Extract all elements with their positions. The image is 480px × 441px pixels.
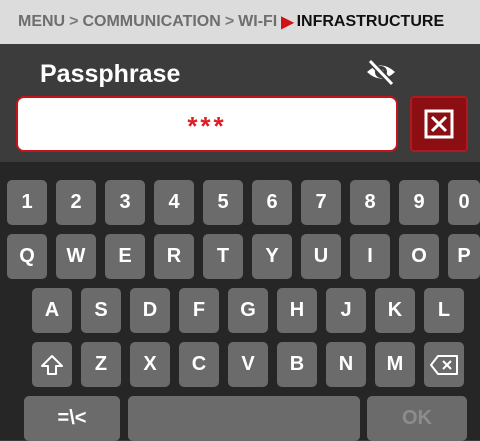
key-b[interactable]: B [277, 342, 317, 387]
clear-button[interactable] [410, 96, 468, 152]
key-1[interactable]: 1 [7, 180, 47, 225]
breadcrumb-active-arrow: ▶ [281, 14, 294, 31]
key-3[interactable]: 3 [105, 180, 145, 225]
key-i[interactable]: I [350, 234, 390, 279]
symbols-key[interactable]: =\< [24, 396, 120, 441]
key-7[interactable]: 7 [301, 180, 341, 225]
key-z[interactable]: Z [81, 342, 121, 387]
key-c[interactable]: C [179, 342, 219, 387]
key-f[interactable]: F [179, 288, 219, 333]
key-9[interactable]: 9 [399, 180, 439, 225]
space-key[interactable] [128, 396, 360, 441]
key-a[interactable]: A [32, 288, 72, 333]
key-n[interactable]: N [326, 342, 366, 387]
key-x[interactable]: X [130, 342, 170, 387]
key-k[interactable]: K [375, 288, 415, 333]
key-4[interactable]: 4 [154, 180, 194, 225]
key-2[interactable]: 2 [56, 180, 96, 225]
key-j[interactable]: J [326, 288, 366, 333]
key-m[interactable]: M [375, 342, 415, 387]
key-8[interactable]: 8 [350, 180, 390, 225]
key-s[interactable]: S [81, 288, 121, 333]
clear-x-icon [424, 109, 454, 139]
key-g[interactable]: G [228, 288, 268, 333]
breadcrumb: MENU > COMMUNICATION > WI-FI ▶ INFRASTRU… [0, 0, 480, 44]
key-o[interactable]: O [399, 234, 439, 279]
key-y[interactable]: Y [252, 234, 292, 279]
key-6[interactable]: 6 [252, 180, 292, 225]
backspace-icon [430, 354, 458, 375]
key-l[interactable]: L [424, 288, 464, 333]
breadcrumb-separator: > [69, 13, 79, 30]
key-p[interactable]: P [448, 234, 480, 279]
key-t[interactable]: T [203, 234, 243, 279]
backspace-key[interactable] [424, 342, 464, 387]
ok-button[interactable]: OK [367, 396, 467, 441]
key-u[interactable]: U [301, 234, 341, 279]
key-r[interactable]: R [154, 234, 194, 279]
breadcrumb-menu[interactable]: MENU [18, 13, 65, 31]
passphrase-input[interactable]: *** [16, 96, 398, 152]
key-v[interactable]: V [228, 342, 268, 387]
key-q[interactable]: Q [7, 234, 47, 279]
key-5[interactable]: 5 [203, 180, 243, 225]
key-e[interactable]: E [105, 234, 145, 279]
eye-slash-icon[interactable] [364, 57, 398, 87]
breadcrumb-separator: > [224, 13, 235, 30]
key-h[interactable]: H [277, 288, 317, 333]
passphrase-value: *** [187, 110, 227, 141]
shift-arrow-icon [41, 354, 63, 375]
on-screen-keyboard: 1 2 3 4 5 6 7 8 9 0 Q W E R T Y U I O P … [0, 162, 480, 441]
passphrase-title: Passphrase [40, 60, 181, 88]
key-d[interactable]: D [130, 288, 170, 333]
breadcrumb-wifi[interactable]: WI-FI [238, 13, 277, 31]
key-0[interactable]: 0 [448, 180, 480, 225]
shift-key[interactable] [32, 342, 72, 387]
breadcrumb-current: INFRASTRUCTURE [296, 13, 445, 30]
key-w[interactable]: W [56, 234, 96, 279]
breadcrumb-communication[interactable]: COMMUNICATION [82, 13, 220, 31]
